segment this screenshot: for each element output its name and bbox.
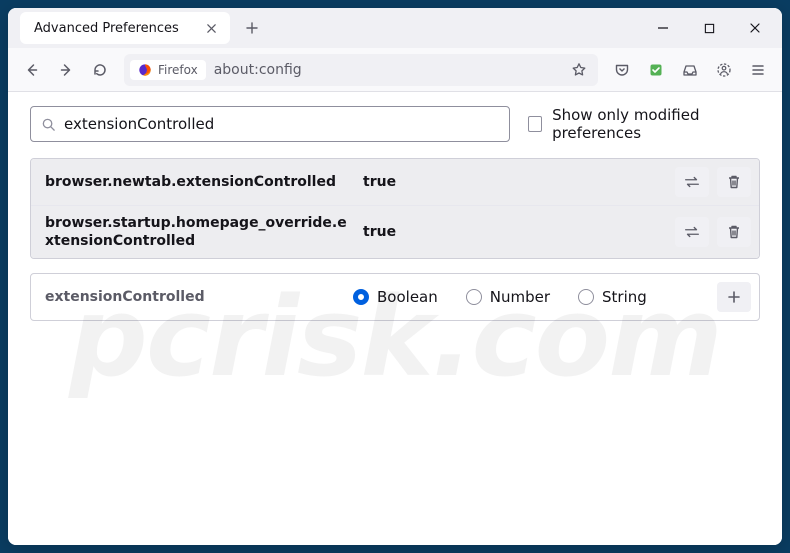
trash-icon (727, 174, 741, 190)
modified-only-label: Show only modified preferences (552, 106, 760, 142)
new-pref-type-group: Boolean Number String (353, 288, 709, 306)
checkbox-icon (528, 116, 542, 132)
bookmark-star-button[interactable] (566, 54, 592, 86)
inbox-button[interactable] (674, 54, 706, 86)
new-tab-button[interactable] (238, 14, 266, 42)
pref-name: browser.startup.homepage_override.extens… (45, 214, 355, 250)
trash-icon (727, 224, 741, 240)
tab-advanced-preferences[interactable]: Advanced Preferences (20, 12, 230, 44)
pocket-button[interactable] (606, 54, 638, 86)
toggle-icon (683, 225, 701, 239)
pref-search-input[interactable] (64, 115, 499, 133)
pref-results-list: browser.newtab.extensionControlled true … (30, 158, 760, 259)
pref-search-box[interactable] (30, 106, 510, 142)
titlebar: Advanced Preferences (8, 8, 782, 48)
toggle-icon (683, 175, 701, 189)
forward-button[interactable] (50, 54, 82, 86)
account-button[interactable] (708, 54, 740, 86)
app-menu-button[interactable] (742, 54, 774, 86)
identity-label: Firefox (158, 63, 198, 77)
pref-row[interactable]: browser.startup.homepage_override.extens… (31, 205, 759, 258)
new-pref-row: extensionControlled Boolean Number Strin… (30, 273, 760, 321)
pref-name: browser.newtab.extensionControlled (45, 173, 355, 191)
type-radio-number[interactable]: Number (466, 288, 550, 306)
close-icon (749, 22, 761, 34)
radio-icon (353, 289, 369, 305)
pocket-icon (614, 62, 630, 78)
toggle-button[interactable] (675, 167, 709, 197)
type-label: Boolean (377, 288, 438, 306)
url-text: about:config (214, 62, 558, 78)
pref-row[interactable]: browser.newtab.extensionControlled true (31, 159, 759, 205)
extension-icon (648, 62, 664, 78)
back-button[interactable] (16, 54, 48, 86)
delete-button[interactable] (717, 217, 751, 247)
firefox-icon (138, 63, 152, 77)
type-label: String (602, 288, 647, 306)
plus-icon (727, 290, 741, 304)
pref-value: true (363, 174, 667, 190)
account-icon (716, 62, 732, 78)
arrow-right-icon (58, 62, 74, 78)
hamburger-icon (750, 62, 766, 78)
type-radio-boolean[interactable]: Boolean (353, 288, 438, 306)
close-icon (206, 23, 217, 34)
about-config-content: Show only modified preferences browser.n… (8, 92, 782, 545)
star-icon (571, 62, 587, 78)
window-maximize-button[interactable] (686, 9, 732, 47)
maximize-icon (704, 23, 715, 34)
type-radio-string[interactable]: String (578, 288, 647, 306)
reload-icon (92, 62, 108, 78)
tab-close-button[interactable] (202, 19, 220, 37)
browser-window: Advanced Preferences (8, 8, 782, 545)
identity-box[interactable]: Firefox (130, 60, 206, 80)
type-label: Number (490, 288, 550, 306)
plus-icon (245, 21, 259, 35)
pref-value: true (363, 224, 667, 240)
url-bar[interactable]: Firefox about:config (124, 54, 598, 86)
inbox-icon (682, 62, 698, 78)
window-close-button[interactable] (732, 9, 778, 47)
toggle-button[interactable] (675, 217, 709, 247)
add-pref-button[interactable] (717, 282, 751, 312)
window-minimize-button[interactable] (640, 9, 686, 47)
radio-icon (578, 289, 594, 305)
radio-icon (466, 289, 482, 305)
nav-toolbar: Firefox about:config (8, 48, 782, 92)
delete-button[interactable] (717, 167, 751, 197)
modified-only-checkbox[interactable]: Show only modified preferences (528, 106, 760, 142)
arrow-left-icon (24, 62, 40, 78)
tab-title: Advanced Preferences (34, 21, 192, 36)
reload-button[interactable] (84, 54, 116, 86)
search-icon (41, 117, 56, 132)
new-pref-name: extensionControlled (45, 289, 345, 305)
minimize-icon (657, 22, 669, 34)
extension-button[interactable] (640, 54, 672, 86)
